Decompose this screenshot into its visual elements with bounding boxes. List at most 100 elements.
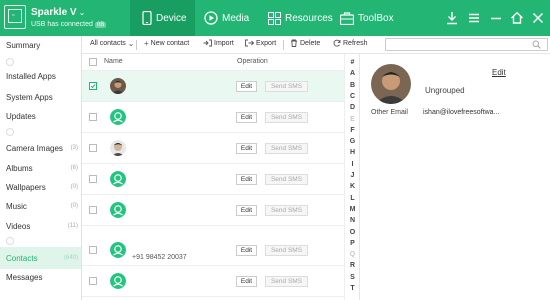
row-checkbox[interactable] [89, 246, 97, 254]
contact-detail-photo [371, 64, 411, 104]
sidebar-item-contacts[interactable]: Contacts (640) [0, 247, 81, 269]
toolbar-divider [136, 40, 137, 50]
sidebar-item-messages[interactable]: Messages [0, 269, 81, 285]
alphabet-letter-r[interactable]: R [345, 261, 360, 270]
send-sms-button[interactable]: Send SMS [265, 276, 308, 287]
alphabet-letter-s[interactable]: S [345, 273, 360, 282]
device-selector[interactable]: Sparkle V ⌄ [31, 7, 85, 18]
edit-button[interactable]: Edit [236, 174, 257, 185]
title-bar: ▫ Sparkle V ⌄ USB has connected 0B Device … [0, 0, 550, 36]
alphabet-letter-g[interactable]: G [345, 137, 360, 146]
alphabet-letter-q[interactable]: Q [345, 250, 360, 259]
detail-edit-link[interactable]: Edit [492, 68, 506, 77]
row-checkbox[interactable] [89, 113, 97, 121]
alphabet-letter-c[interactable]: C [345, 92, 360, 101]
table-row[interactable]: Edit Send SMS [82, 133, 344, 164]
alphabet-letter-e[interactable]: E [345, 115, 360, 124]
phone-screen-icon[interactable]: ▫ [4, 5, 26, 29]
sidebar: Summary Installed Apps System Apps Updat… [0, 36, 82, 300]
alphabet-letter-o[interactable]: O [345, 228, 360, 237]
edit-button[interactable]: Edit [236, 276, 257, 287]
alphabet-letter-f[interactable]: F [345, 126, 360, 135]
sidebar-item-summary[interactable]: Summary [0, 37, 81, 53]
alphabet-letter-h[interactable]: H [345, 148, 360, 157]
tab-device[interactable]: Device [130, 0, 195, 36]
home-icon[interactable] [510, 11, 524, 25]
import-button[interactable]: Import [203, 39, 234, 47]
send-sms-button[interactable]: Send SMS [265, 81, 308, 92]
row-checkbox[interactable] [89, 206, 97, 214]
toolbar: All contacts ⌄ + New contact Import Export… [82, 36, 550, 54]
edit-button[interactable]: Edit [236, 143, 257, 154]
contact-photo [110, 78, 126, 94]
sidebar-item-wallpapers[interactable]: Wallpapers (0) [0, 179, 81, 195]
edit-button[interactable]: Edit [236, 245, 257, 256]
row-checkbox[interactable] [89, 175, 97, 183]
sidebar-item-videos[interactable]: Videos (11) [0, 218, 81, 234]
new-contact-button[interactable]: + New contact [144, 39, 189, 48]
alphabet-letter-p[interactable]: P [345, 239, 360, 248]
send-sms-button[interactable]: Send SMS [265, 245, 308, 256]
search-icon [532, 40, 541, 49]
phone-icon [142, 11, 152, 25]
briefcase-icon [340, 11, 354, 25]
download-icon[interactable] [445, 11, 459, 25]
table-row[interactable]: Edit Send SMS [82, 71, 344, 102]
other-email-label: Other Email [371, 109, 408, 116]
alphabet-letter-b[interactable]: B [345, 81, 360, 90]
contact-filter-dropdown[interactable]: All contacts ⌄ [90, 39, 137, 48]
play-circle-icon [204, 11, 218, 25]
contact-detail-panel: Edit Ungrouped Other Email ishan@ilovefr… [361, 54, 550, 300]
column-name-header: Name [104, 58, 123, 65]
alphabet-letter-hash[interactable]: # [345, 58, 360, 67]
contacts-section-icon [6, 237, 14, 245]
search-input[interactable] [385, 38, 548, 51]
row-checkbox[interactable] [89, 82, 97, 90]
tab-toolbox[interactable]: ToolBox [340, 0, 400, 36]
sidebar-item-updates[interactable]: Updates [0, 108, 81, 124]
sidebar-item-camera-images[interactable]: Camera Images (3) [0, 140, 81, 156]
sidebar-item-system-apps[interactable]: System Apps [0, 89, 81, 105]
edit-button[interactable]: Edit [236, 112, 257, 123]
alphabet-letter-m[interactable]: M [345, 205, 360, 214]
send-sms-button[interactable]: Send SMS [265, 205, 308, 216]
tab-resources[interactable]: Resources [268, 0, 336, 36]
table-row[interactable]: +91 98452 20037 Edit Send SMS [82, 235, 344, 266]
menu-icon[interactable] [467, 11, 481, 25]
row-checkbox[interactable] [89, 277, 97, 285]
alphabet-letter-j[interactable]: J [345, 171, 360, 180]
table-row[interactable]: Edit Send SMS [82, 164, 344, 195]
alphabet-letter-d[interactable]: D [345, 103, 360, 112]
alphabet-letter-i[interactable]: I [345, 160, 360, 169]
chevron-down-icon: ⌄ [127, 39, 135, 48]
delete-button[interactable]: Delete [290, 39, 320, 47]
default-avatar-icon [110, 171, 126, 187]
default-avatar-icon [110, 242, 126, 258]
refresh-button[interactable]: Refresh [333, 39, 368, 47]
sidebar-item-installed-apps[interactable]: Installed Apps [0, 68, 81, 84]
edit-button[interactable]: Edit [236, 81, 257, 92]
alphabet-letter-t[interactable]: T [345, 284, 360, 293]
table-row[interactable]: Edit Send SMS [82, 102, 344, 133]
tab-media[interactable]: Media [204, 0, 262, 36]
alphabet-letter-k[interactable]: K [345, 182, 360, 191]
minimize-icon[interactable] [489, 11, 503, 25]
alphabet-letter-n[interactable]: N [345, 216, 360, 225]
table-row[interactable]: Edit Send SMS [82, 195, 344, 226]
media-section-icon [6, 128, 14, 136]
close-icon[interactable] [531, 11, 545, 25]
edit-button[interactable]: Edit [236, 205, 257, 216]
row-checkbox[interactable] [89, 144, 97, 152]
alphabet-letter-l[interactable]: L [345, 194, 360, 203]
send-sms-button[interactable]: Send SMS [265, 112, 308, 123]
alphabet-letter-a[interactable]: A [345, 69, 360, 78]
alphabet-index: # A B C D E F G H I J K L M N O P Q R S T [344, 54, 360, 300]
sidebar-item-music[interactable]: Music (0) [0, 198, 81, 214]
select-all-checkbox[interactable] [89, 58, 97, 66]
export-button[interactable]: Export [245, 39, 276, 47]
default-avatar-icon [110, 202, 126, 218]
sidebar-item-albums[interactable]: Albums (6) [0, 160, 81, 176]
send-sms-button[interactable]: Send SMS [265, 174, 308, 185]
table-row[interactable]: Edit Send SMS [82, 266, 344, 297]
send-sms-button[interactable]: Send SMS [265, 143, 308, 154]
